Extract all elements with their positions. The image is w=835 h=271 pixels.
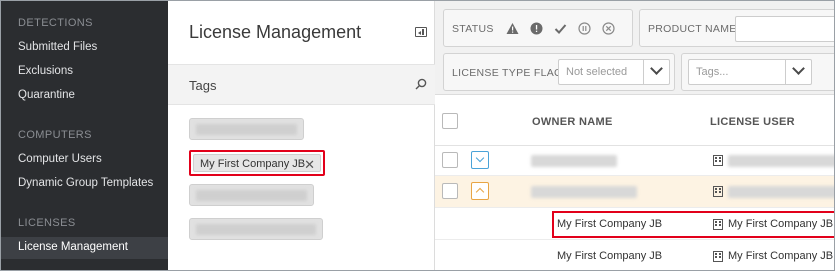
sidebar-item-exclusions[interactable]: Exclusions — [18, 65, 73, 77]
search-icon[interactable] — [415, 78, 427, 90]
owner-name-cell — [531, 155, 617, 167]
sidebar-item-computer-users[interactable]: Computer Users — [18, 153, 102, 165]
product-name-input[interactable] — [735, 16, 834, 42]
cancel-icon[interactable] — [602, 22, 615, 35]
sidebar-item-label: License Management — [18, 241, 128, 253]
error-icon[interactable] — [530, 22, 543, 35]
chevron-down-icon[interactable] — [785, 60, 811, 84]
tags-select[interactable]: Tags... — [688, 59, 812, 85]
tag-item[interactable] — [189, 118, 304, 140]
sidebar-section-computers: COMPUTERS — [18, 129, 92, 141]
column-header-owner-name[interactable]: OWNER NAME — [532, 116, 613, 128]
tags-header: Tags — [168, 64, 435, 105]
page-title: License Management — [189, 22, 362, 42]
app-window: DETECTIONS Submitted Files Exclusions Qu… — [0, 0, 835, 271]
row-checkbox[interactable] — [442, 183, 458, 199]
owner-name-cell: My First Company JB — [557, 250, 663, 262]
sidebar-section-detections: DETECTIONS — [18, 17, 93, 29]
close-icon[interactable]: ✕ — [304, 158, 315, 171]
expand-chevron-down-icon[interactable] — [471, 151, 489, 169]
license-type-flags-select[interactable]: Not selected — [558, 59, 670, 85]
collapse-chevron-up-icon[interactable] — [471, 182, 489, 200]
collapse-panel-icon[interactable] — [415, 27, 427, 37]
license-type-flags-filter: LICENSE TYPE FLAGS Not selected — [443, 53, 675, 91]
building-icon — [713, 155, 723, 166]
sidebar-item-submitted-files[interactable]: Submitted Files — [18, 41, 97, 53]
annotation-highlight-box — [552, 211, 834, 238]
building-icon — [713, 251, 723, 262]
owner-name-cell — [531, 186, 637, 198]
chevron-down-icon[interactable] — [643, 60, 669, 84]
tag-item[interactable] — [189, 218, 323, 240]
license-type-flags-value: Not selected — [566, 66, 628, 78]
tag-item-my-first-company[interactable]: My First Company JB ✕ — [189, 150, 325, 176]
status-filter-label: STATUS — [452, 23, 494, 35]
table-header: OWNER NAME LICENSE USER — [435, 95, 834, 146]
table-row[interactable] — [435, 176, 834, 208]
tags-panel: License Management Tags — [168, 1, 435, 270]
pause-icon[interactable] — [578, 22, 591, 35]
tags-filter: Tags... — [681, 53, 834, 91]
product-name-filter: PRODUCT NAME — [639, 9, 834, 47]
sidebar-section-licenses: LICENSES — [18, 217, 76, 229]
sidebar: DETECTIONS Submitted Files Exclusions Qu… — [1, 1, 168, 270]
tags-select-placeholder: Tags... — [696, 66, 729, 78]
table-row[interactable] — [435, 146, 834, 176]
tags-label: Tags — [189, 78, 217, 93]
sidebar-item-dynamic-group-templates[interactable]: Dynamic Group Templates — [18, 177, 153, 189]
building-icon — [713, 186, 723, 197]
row-checkbox[interactable] — [442, 152, 458, 168]
sidebar-item-license-management[interactable]: License Management — [1, 237, 168, 259]
tag-item[interactable] — [189, 184, 314, 206]
sidebar-item-quarantine[interactable]: Quarantine — [18, 89, 75, 101]
table-row[interactable]: My First Company JB My First Company JB — [435, 240, 834, 270]
tag-label: My First Company JB — [200, 158, 306, 170]
filter-bar: STATUS PRODUCT NAME LICENSE TYPE FLAGS N… — [435, 1, 834, 95]
license-user-cell: My First Company JB — [728, 250, 834, 262]
status-filter: STATUS — [443, 9, 633, 47]
license-type-flags-label: LICENSE TYPE FLAGS — [452, 67, 570, 79]
select-all-checkbox[interactable] — [442, 113, 458, 129]
license-user-cell — [728, 155, 834, 167]
license-user-cell — [728, 186, 834, 198]
product-name-label: PRODUCT NAME — [648, 23, 737, 35]
column-header-license-user[interactable]: LICENSE USER — [710, 116, 795, 128]
check-icon[interactable] — [554, 22, 567, 35]
warning-icon[interactable] — [506, 22, 519, 35]
